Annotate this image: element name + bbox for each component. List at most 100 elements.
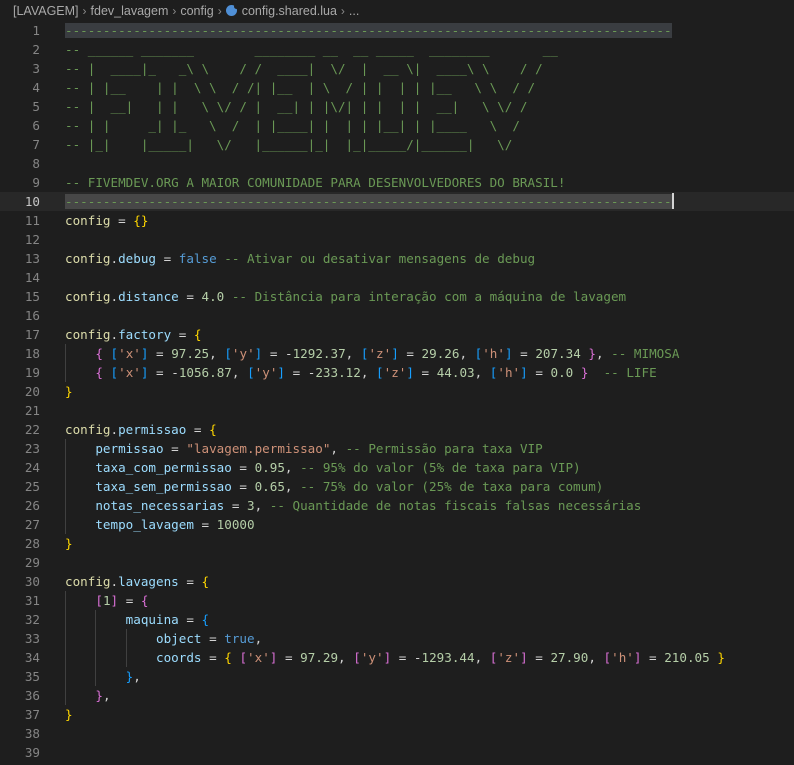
code-line[interactable]: 2 -- ______ _______ ________ __ __ _____ … [0, 40, 794, 59]
code-token: [ [110, 365, 119, 380]
code-line[interactable]: 11 config = {} [0, 211, 794, 230]
code-line[interactable]: 27 tempo_lavagem = 10000 [0, 515, 794, 534]
code-line[interactable]: 35 }, [0, 667, 794, 686]
breadcrumb-folder-config[interactable]: config [180, 4, 213, 18]
code-line[interactable]: 29 [0, 553, 794, 572]
code-token: } [65, 384, 73, 399]
code-token: [ [603, 650, 612, 665]
code-line[interactable]: 26 notas_necessarias = 3, -- Quantidade … [0, 496, 794, 515]
indent-guide [65, 458, 66, 477]
code-token: ] [520, 650, 528, 665]
code-line[interactable]: 19 { ['x'] = -1056.87, ['y'] = -233.12, … [0, 363, 794, 382]
code-line[interactable]: 37} [0, 705, 794, 724]
code-line[interactable]: 36 }, [0, 686, 794, 705]
line-number: 20 [24, 384, 40, 399]
indent-guide [95, 629, 97, 648]
code-line[interactable]: 9 -- FIVEMDEV.ORG A MAIOR COMUNIDADE PARA… [0, 173, 794, 192]
code-line[interactable]: 25 taxa_sem_permissao = 0.65, -- 75% do … [0, 477, 794, 496]
code-line[interactable]: 20} [0, 382, 794, 401]
code-line[interactable]: 8 [0, 154, 794, 173]
code-line[interactable]: 18 { ['x'] = 97.25, ['y'] = -1292.37, ['… [0, 344, 794, 363]
code-token: true [224, 631, 255, 646]
breadcrumb-workspace[interactable]: [LAVAGEM] [13, 4, 79, 18]
code-line[interactable]: 34 coords = { ['x'] = 97.29, ['y'] = -12… [0, 648, 794, 667]
code-token: , [209, 346, 225, 361]
code-line[interactable]: 14 [0, 268, 794, 287]
line-number: 10 [24, 194, 40, 209]
code-token: , [284, 479, 301, 494]
code-editor[interactable]: 1 ---------------------------------------… [0, 21, 794, 762]
line-number: 3 [32, 61, 40, 76]
code-token: = [178, 289, 202, 304]
code-token: config [65, 574, 111, 589]
code-line[interactable]: 6 -- | | _| |_ \ / | |____| | | | |__| | … [0, 116, 794, 135]
line-number: 14 [24, 270, 40, 285]
code-line[interactable]: 31 [1] = { [0, 591, 794, 610]
breadcrumb-folder-fdev-lavagem[interactable]: fdev_lavagem [91, 4, 169, 18]
code-line[interactable]: 13 config.debug = false -- Ativar ou desa… [0, 249, 794, 268]
line-number: 9 [32, 175, 40, 190]
indent-guide [65, 363, 66, 382]
code-line[interactable]: 21 [0, 401, 794, 420]
code-line[interactable]: 23 permissao = "lavagem.permissao", -- P… [0, 439, 794, 458]
code-line[interactable]: 32 maquina = { [0, 610, 794, 629]
code-content: config = {} [40, 211, 148, 230]
code-line[interactable]: 4 -- | |__ | | \ \ / /| |__ | \ / | | | |… [0, 78, 794, 97]
code-token: = [262, 346, 285, 361]
line-number: 34 [24, 650, 40, 665]
code-token: -- LIFE [603, 365, 657, 380]
code-line[interactable]: 7 -- |_| |_____| \/ |______|_| |_|_____/|… [0, 135, 794, 154]
code-token: -- | ____|_ _\ \ / / ____| \/ | __ \| __… [65, 61, 543, 76]
line-number: 1 [32, 23, 40, 38]
code-line[interactable]: 39 [0, 743, 794, 762]
code-token: = [201, 631, 225, 646]
code-token: = [231, 460, 255, 475]
code-token: [ [353, 650, 361, 665]
code-token: 4.0 [201, 289, 225, 304]
code-line[interactable]: 24 taxa_com_permissao = 0.95, -- 95% do … [0, 458, 794, 477]
code-line[interactable]: 15 config.distance = 4.0 -- Distância par… [0, 287, 794, 306]
code-line[interactable]: 28} [0, 534, 794, 553]
code-line[interactable]: 33 object = true, [0, 629, 794, 648]
breadcrumb-file[interactable]: config.shared.lua [242, 4, 337, 18]
code-line[interactable]: 3 -- | ____|_ _\ \ / / ____| \/ | __ \| _… [0, 59, 794, 78]
code-line[interactable]: 22 config.permissao = { [0, 420, 794, 439]
code-content: taxa_com_permissao = 0.95, -- 95% do val… [40, 458, 581, 477]
code-token: ----------------------------------------… [65, 23, 672, 38]
code-line[interactable]: 17 config.factory = { [0, 325, 794, 344]
code-content: maquina = { [40, 610, 209, 629]
code-content [40, 230, 65, 249]
code-token: 1293.44 [421, 650, 475, 665]
code-line[interactable]: 38 [0, 724, 794, 743]
code-line[interactable]: 30 config.lavagens = { [0, 572, 794, 591]
code-line[interactable]: 5 -- | __| | | \ \/ / | __| | |\/| | | | … [0, 97, 794, 116]
line-number: 31 [24, 593, 40, 608]
code-token: { [224, 650, 232, 665]
breadcrumb-symbols[interactable]: ... [349, 4, 359, 18]
code-token: { [95, 365, 103, 380]
code-token: 44.03 [436, 365, 475, 380]
code-token: , [338, 650, 354, 665]
code-content: -- | |__ | | \ \ / /| |__ | \ / | | | | … [40, 78, 535, 97]
code-token: -- Quantidade de notas fiscais falsas ne… [269, 498, 642, 513]
code-line[interactable]: 1 ---------------------------------------… [0, 21, 794, 40]
code-token: = [277, 650, 301, 665]
line-number: 28 [24, 536, 40, 551]
indent-guide [95, 610, 97, 629]
code-token: ] [277, 365, 285, 380]
line-number: 6 [32, 118, 40, 133]
code-token: , [459, 346, 475, 361]
code-token: = [527, 365, 551, 380]
code-line[interactable]: 10 --------------------------------------… [0, 192, 794, 211]
code-content [40, 553, 65, 572]
code-line[interactable]: 12 [0, 230, 794, 249]
line-number: 26 [24, 498, 40, 513]
code-token: } [717, 650, 725, 665]
line-number: 2 [32, 42, 40, 57]
code-token: { [193, 327, 202, 342]
code-token: = [285, 365, 308, 380]
code-line[interactable]: 16 [0, 306, 794, 325]
line-number: 15 [24, 289, 40, 304]
line-number: 39 [24, 745, 40, 760]
